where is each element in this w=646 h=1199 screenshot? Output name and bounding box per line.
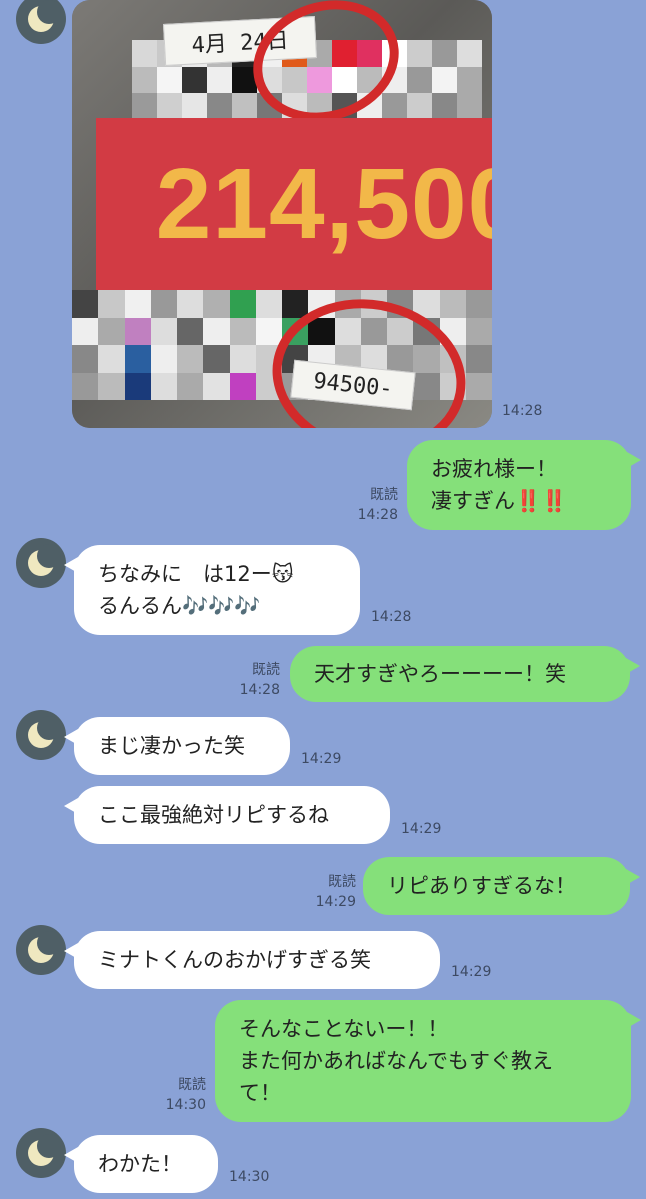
read-receipt: 既読 14:28 bbox=[357, 487, 398, 523]
message-text: 凄すぎん‼️‼️ bbox=[431, 489, 568, 513]
message-text: リピありすぎるな！ bbox=[387, 874, 576, 898]
message-bubble[interactable]: リピありすぎるな！ bbox=[363, 857, 640, 915]
timestamp: 14:29 bbox=[301, 751, 342, 767]
timestamp: 14:29 bbox=[451, 964, 492, 980]
contact-avatar[interactable] bbox=[16, 710, 66, 760]
message-text: ミナトくんのおかげすぎる笑 bbox=[98, 948, 371, 972]
message-bubble[interactable]: ミナトくんのおかげすぎる笑 bbox=[64, 931, 440, 989]
photo-message[interactable]: 4月 24日 94500- 214,500 bbox=[72, 0, 492, 428]
contact-avatar[interactable] bbox=[16, 0, 66, 44]
message-bubble[interactable]: ちなみに は12ー😽 るんるん🎶🎶🎶 bbox=[64, 545, 360, 635]
timestamp: 14:28 bbox=[502, 403, 543, 419]
message-text: 天才すぎやろーーーー！笑 bbox=[314, 662, 566, 686]
message-text: また何かあればなんでもすぐ教え bbox=[239, 1049, 553, 1073]
timestamp: 14:30 bbox=[229, 1169, 270, 1185]
crescent-moon-icon bbox=[28, 716, 61, 748]
message-bubble[interactable]: まじ凄かった笑 bbox=[64, 717, 290, 775]
message-bubble[interactable]: そんなことないー！！ また何かあればなんでもすぐ教え て！ bbox=[215, 1000, 641, 1122]
message-bubble[interactable]: わかた！ bbox=[64, 1135, 218, 1193]
read-receipt: 既読 14:29 bbox=[315, 874, 356, 910]
read-receipt: 既読 14:30 bbox=[165, 1077, 206, 1113]
message-text: そんなことないー！！ bbox=[239, 1017, 449, 1041]
message-text: まじ凄かった笑 bbox=[98, 734, 245, 758]
contact-avatar[interactable] bbox=[16, 925, 66, 975]
message-text: お疲れ様ー！ bbox=[431, 457, 557, 481]
message-bubble[interactable]: お疲れ様ー！ 凄すぎん‼️‼️ bbox=[407, 440, 641, 530]
crescent-moon-icon bbox=[28, 0, 61, 32]
message-text: ここ最強絶対リピするね bbox=[98, 803, 329, 827]
message-text: て！ bbox=[239, 1081, 281, 1105]
message-text: わかた！ bbox=[98, 1152, 182, 1176]
message-text: るんるん🎶🎶🎶 bbox=[98, 594, 261, 618]
message-bubble[interactable]: 天才すぎやろーーーー！笑 bbox=[290, 646, 640, 702]
crescent-moon-icon bbox=[28, 544, 61, 576]
timestamp: 14:29 bbox=[401, 821, 442, 837]
message-text: ちなみに は12ー😽 bbox=[98, 562, 294, 586]
crescent-moon-icon bbox=[28, 931, 61, 963]
crescent-moon-icon bbox=[28, 1134, 61, 1166]
message-bubble[interactable]: ここ最強絶対リピするね bbox=[64, 786, 390, 844]
amount-banner: 214,500 bbox=[96, 118, 492, 290]
timestamp: 14:28 bbox=[371, 609, 412, 625]
read-receipt: 既読 14:28 bbox=[239, 662, 280, 698]
contact-avatar[interactable] bbox=[16, 1128, 66, 1178]
contact-avatar[interactable] bbox=[16, 538, 66, 588]
